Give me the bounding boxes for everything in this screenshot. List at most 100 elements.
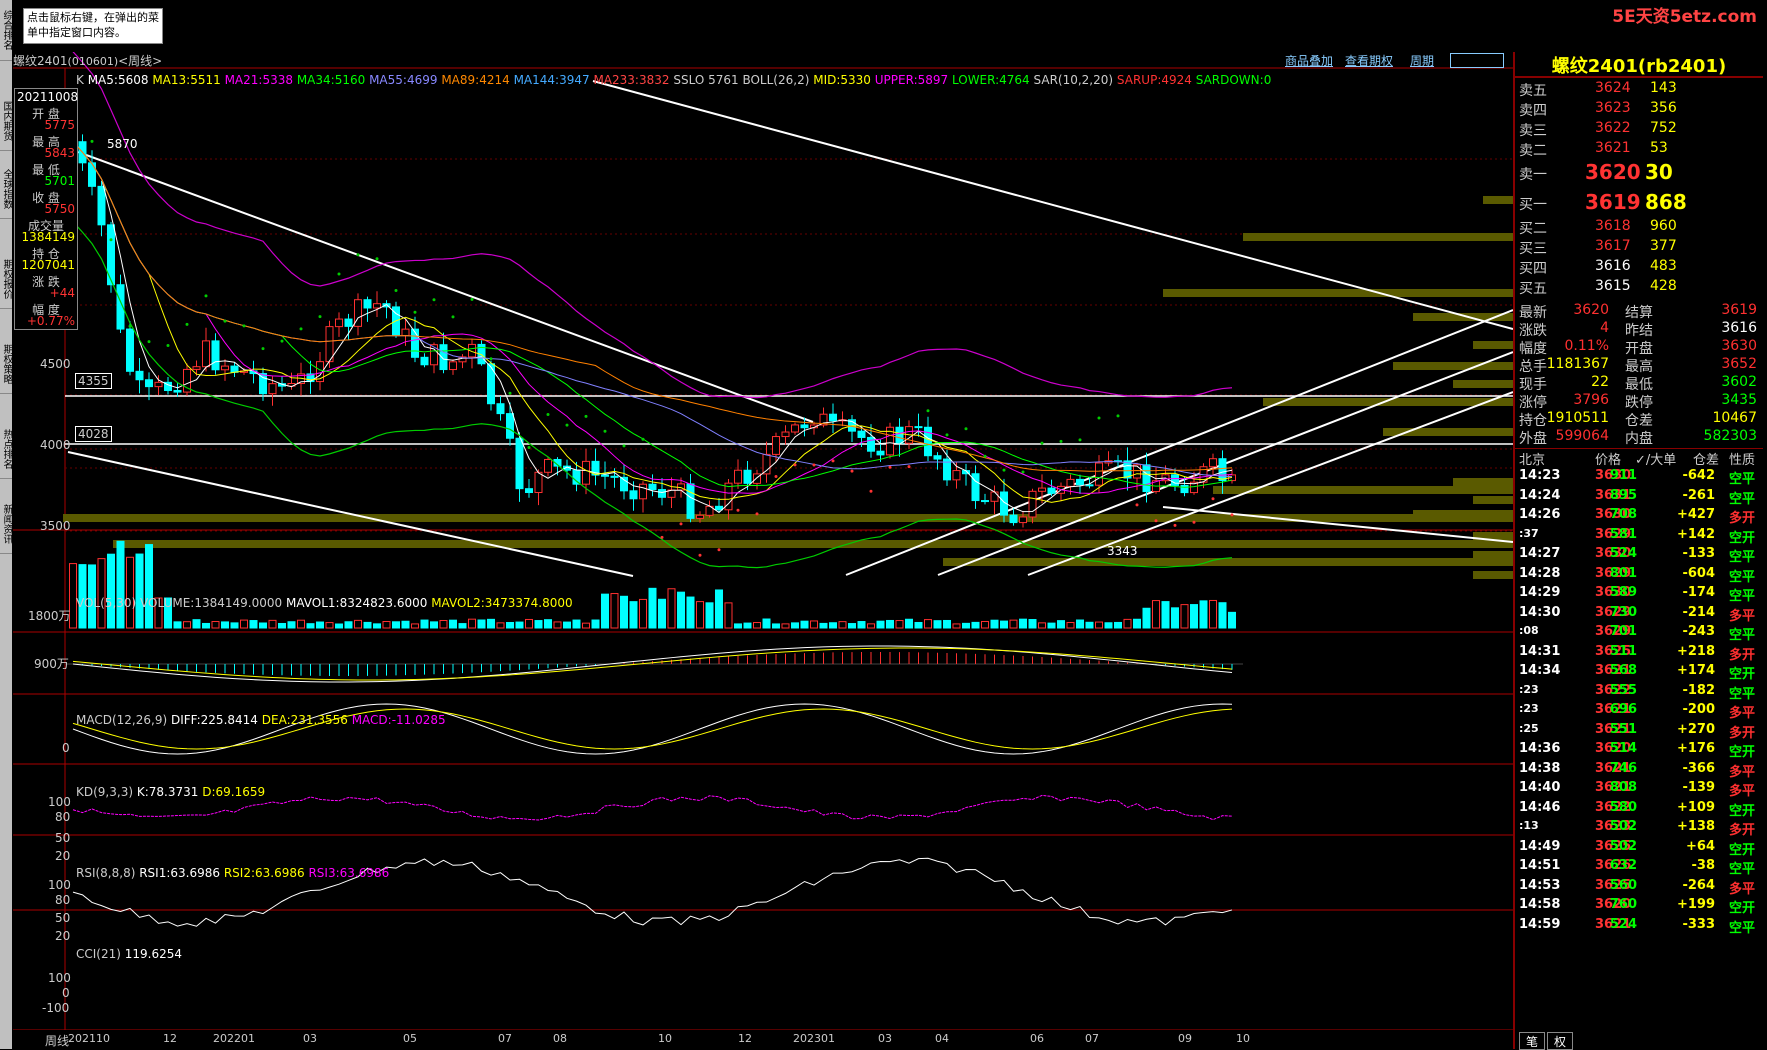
bid-row[interactable]: 买二 3618 960	[1515, 218, 1763, 238]
sar-dot	[527, 446, 531, 450]
left-tab-strip: 综合排名 国内期货 全球指数 期权报价 期权策略 热点排名 新闻资讯	[0, 0, 12, 1049]
sar-dot	[850, 469, 854, 473]
candle-body	[373, 303, 381, 309]
ask-row[interactable]: 卖三 3622 752	[1515, 120, 1763, 140]
volume-bar	[1095, 621, 1103, 629]
volume-profile-band	[1383, 428, 1513, 436]
ask-row[interactable]: 卖五 3624 143	[1515, 80, 1763, 100]
left-tab-0[interactable]: 综合排名	[0, 0, 12, 61]
x-tick: 03	[878, 1032, 892, 1045]
x-tick: 06	[1030, 1032, 1044, 1045]
x-tick: 10	[1236, 1032, 1250, 1045]
volume-bar	[221, 621, 229, 629]
left-tab-6[interactable]: 新闻资讯	[0, 495, 12, 554]
volume-profile-band	[1393, 362, 1513, 370]
stat-row: 最新 3620 结算 3619	[1519, 302, 1757, 321]
candle-body	[772, 436, 780, 455]
candle-body	[582, 460, 590, 485]
volume-profile-band	[943, 558, 1513, 566]
volume-bar	[1152, 600, 1160, 629]
left-tab-4[interactable]: 期权策略	[0, 335, 12, 394]
volume-bar	[458, 623, 467, 629]
volume-bar	[145, 544, 153, 629]
moving-average-line	[72, 141, 1233, 494]
bid-row[interactable]: 买四 3616 483	[1515, 258, 1763, 278]
sar-dot	[128, 324, 132, 328]
volume-bar	[838, 621, 847, 629]
info-oi: 1207041	[21, 258, 75, 272]
volume-bar	[1199, 600, 1208, 629]
sar-dot	[546, 412, 550, 416]
volume-bar	[667, 588, 676, 629]
candle-body	[572, 469, 581, 485]
cycle-button[interactable]: 周期	[1410, 52, 1434, 69]
x-tick: 202110	[68, 1032, 110, 1045]
info-volume: 1384149	[21, 230, 75, 244]
candle-body	[1019, 516, 1027, 524]
contract-code: (010601)	[67, 55, 119, 68]
sar-dot	[204, 294, 208, 298]
sar-dot	[717, 548, 721, 552]
candle-body	[990, 491, 999, 502]
volume-bar	[430, 621, 438, 629]
volume-bar	[1114, 621, 1122, 629]
volume-bar	[259, 622, 267, 629]
sar-dot	[755, 512, 759, 516]
macd-axis-0: 0	[62, 741, 70, 755]
volume-bar	[192, 619, 201, 629]
sar-dot	[660, 535, 664, 539]
sar-dot	[1097, 416, 1101, 420]
left-tab-3[interactable]: 期权报价	[0, 250, 12, 309]
info-date: 20211008	[17, 90, 79, 104]
ask1-row[interactable]: 卖一 3620 30	[1515, 160, 1763, 186]
bid-row[interactable]: 买五 3615 428	[1515, 278, 1763, 298]
kline-chart[interactable]	[13, 52, 1513, 1030]
volume-bar	[1009, 619, 1018, 629]
volume-bar	[420, 619, 429, 629]
x-tick: 04	[935, 1032, 949, 1045]
volume-bar	[971, 621, 980, 629]
window-layout-icons[interactable]	[1450, 53, 1504, 68]
overlay-button[interactable]: 商品叠加	[1285, 52, 1333, 69]
ask-row[interactable]: 卖四 3623 356	[1515, 100, 1763, 120]
sar-dot	[1078, 438, 1082, 442]
bid-row[interactable]: 买三 3617 377	[1515, 238, 1763, 258]
volume-bar	[1028, 619, 1037, 629]
sar-dot	[375, 257, 379, 261]
sar-dot	[1154, 519, 1158, 523]
trade-row[interactable]: 14:59 3621 524 -333 空平	[1515, 917, 1763, 939]
bid1-row[interactable]: 买一 3619 868	[1515, 190, 1763, 216]
volume-bar	[268, 619, 277, 629]
x-tick: 07	[1085, 1032, 1099, 1045]
sar-dot	[242, 324, 246, 328]
sar-dot	[356, 253, 360, 257]
sar-dot	[964, 427, 968, 431]
candle-body	[192, 366, 201, 370]
volume-bar	[829, 622, 837, 629]
sar-dot	[489, 357, 493, 361]
volume-bar	[1047, 622, 1056, 629]
volume-bar	[962, 622, 970, 629]
volume-bar	[601, 593, 609, 629]
period-label: <周线>	[118, 54, 163, 68]
sar-dot	[147, 340, 151, 344]
left-tab-1[interactable]: 国内期货	[0, 92, 12, 151]
quote-bottom-tabs: 笔 权	[1513, 1030, 1761, 1050]
axis-4000: 4000	[40, 438, 71, 452]
ask-row[interactable]: 卖二 3621 53	[1515, 140, 1763, 160]
left-tab-2[interactable]: 全球指数	[0, 160, 12, 219]
x-tick: 08	[553, 1032, 567, 1045]
left-tab-5[interactable]: 热点排名	[0, 420, 12, 479]
sar-dot	[223, 319, 227, 323]
volume-bar	[211, 621, 220, 629]
info-low: 5701	[44, 174, 75, 188]
tab-options[interactable]: 权	[1547, 1032, 1573, 1050]
options-button[interactable]: 查看期权	[1345, 52, 1393, 69]
volume-bar	[544, 619, 552, 629]
x-tick: 12	[738, 1032, 752, 1045]
candle-body	[715, 505, 723, 511]
tab-ticks[interactable]: 笔	[1519, 1032, 1545, 1050]
boll-upper	[72, 52, 1233, 399]
volume-bar	[468, 618, 476, 629]
volume-bar	[363, 621, 372, 629]
